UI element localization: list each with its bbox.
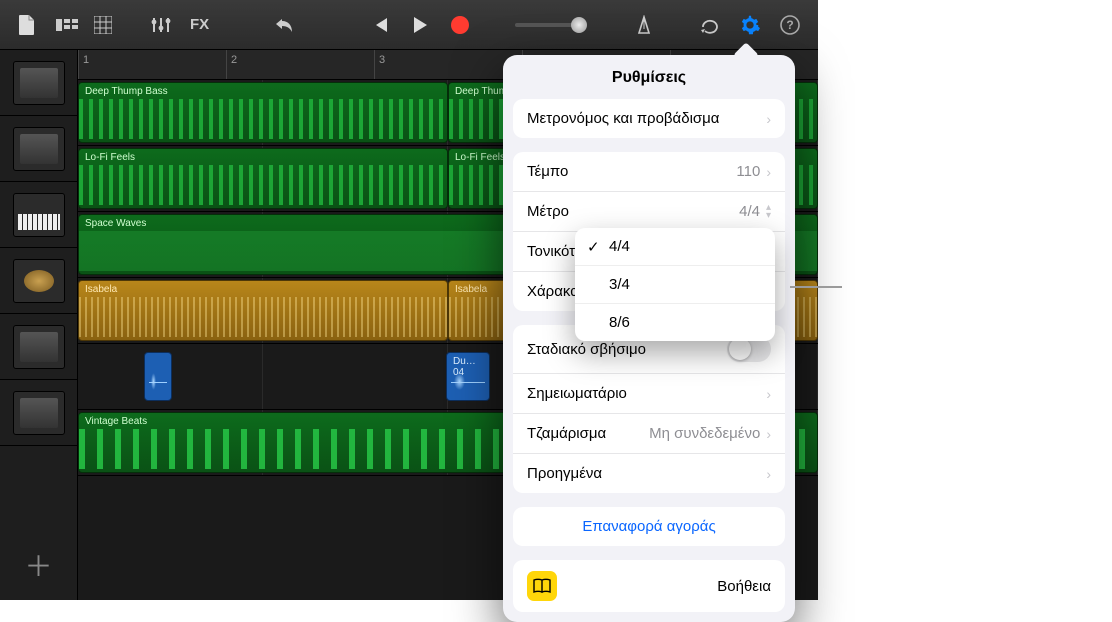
settings-title: Ρυθμίσεις bbox=[503, 55, 795, 99]
add-track-button[interactable]: ＋ bbox=[0, 530, 77, 600]
callout-leader bbox=[790, 286, 842, 288]
notepad-label: Σημειωματάριο bbox=[527, 385, 627, 402]
help-icon[interactable]: ? bbox=[773, 8, 807, 42]
region-label: Space Waves bbox=[85, 218, 146, 229]
ruler-bar[interactable]: 1 bbox=[78, 50, 226, 79]
track-controls-icon[interactable] bbox=[144, 8, 178, 42]
restore-purchase-button[interactable]: Επαναφορά αγοράς bbox=[513, 507, 785, 546]
chevron-right-icon: › bbox=[766, 466, 771, 482]
fadeout-label: Σταδιακό σβήσιμο bbox=[527, 341, 646, 358]
go-to-start-icon[interactable] bbox=[363, 8, 397, 42]
notepad-row[interactable]: Σημειωματάριο › bbox=[513, 373, 785, 413]
advanced-row[interactable]: Προηγμένα › bbox=[513, 453, 785, 493]
key-label: Τονικότ bbox=[527, 243, 575, 260]
region-label: Isabela bbox=[85, 284, 117, 295]
region-label: Deep Thump Bass bbox=[85, 86, 168, 97]
metronome-icon[interactable] bbox=[627, 8, 661, 42]
track-header[interactable] bbox=[0, 248, 77, 314]
meter-label: Μέτρο bbox=[527, 203, 569, 220]
instrument-icon bbox=[13, 127, 65, 171]
region[interactable]: Isabela bbox=[78, 280, 448, 341]
metronome-label: Μετρονόμος και προβάδισμα bbox=[527, 110, 719, 127]
tempo-value: 110 bbox=[736, 163, 760, 180]
time-signature-option[interactable]: 4/4 bbox=[575, 228, 775, 265]
region[interactable]: Deep Thump Bass bbox=[78, 82, 448, 143]
updown-icon: ▴▾ bbox=[766, 204, 771, 220]
region-label: Deep Thum bbox=[455, 86, 507, 97]
region-label: Isabela bbox=[455, 284, 487, 295]
jam-label: Τζαμάρισμα bbox=[527, 425, 606, 442]
instrument-icon bbox=[13, 325, 65, 369]
chevron-right-icon: › bbox=[766, 426, 771, 442]
toolbar: FX ? bbox=[0, 0, 818, 50]
chevron-right-icon: › bbox=[766, 111, 771, 127]
time-signature-option[interactable]: 3/4 bbox=[575, 265, 775, 303]
region[interactable]: Du…04 bbox=[446, 352, 490, 401]
chevron-right-icon: › bbox=[766, 386, 771, 402]
book-icon bbox=[527, 571, 557, 601]
track-header[interactable] bbox=[0, 314, 77, 380]
ruler-label: Χάρακα bbox=[527, 283, 579, 300]
tempo-label: Τέμπο bbox=[527, 163, 568, 180]
record-icon[interactable] bbox=[443, 8, 477, 42]
help-row[interactable]: Βοήθεια bbox=[513, 560, 785, 612]
region-label: Lo-Fi Feels bbox=[85, 152, 135, 163]
loop-icon[interactable] bbox=[693, 8, 727, 42]
advanced-label: Προηγμένα bbox=[527, 465, 602, 482]
track-header-column: ＋ bbox=[0, 50, 78, 600]
fx-button[interactable]: FX bbox=[184, 8, 215, 42]
time-signature-row[interactable]: Μέτρο 4/4 ▴▾ bbox=[513, 191, 785, 231]
time-signature-dropdown[interactable]: 4/43/48/6 bbox=[575, 228, 775, 341]
track-header[interactable] bbox=[0, 380, 77, 446]
region[interactable]: Lo-Fi Feels bbox=[78, 148, 448, 209]
master-volume-slider[interactable] bbox=[515, 23, 585, 27]
play-icon[interactable] bbox=[403, 8, 437, 42]
tempo-row[interactable]: Τέμπο 110 › bbox=[513, 152, 785, 191]
grid-view-icon[interactable] bbox=[86, 8, 120, 42]
instrument-icon bbox=[13, 259, 65, 303]
track-header[interactable] bbox=[0, 182, 77, 248]
document-icon[interactable] bbox=[10, 8, 44, 42]
ruler-bar[interactable]: 3 bbox=[374, 50, 522, 79]
time-signature-option[interactable]: 8/6 bbox=[575, 303, 775, 341]
region[interactable] bbox=[144, 352, 172, 401]
track-header[interactable] bbox=[0, 50, 77, 116]
instrument-icon bbox=[13, 61, 65, 105]
svg-text:?: ? bbox=[787, 18, 794, 32]
metronome-row[interactable]: Μετρονόμος και προβάδισμα › bbox=[513, 99, 785, 138]
help-label: Βοήθεια bbox=[717, 578, 771, 595]
jam-value: Μη συνδεδεμένο bbox=[649, 425, 760, 442]
ruler-bar[interactable]: 2 bbox=[226, 50, 374, 79]
jam-row[interactable]: Τζαμάρισμα Μη συνδεδεμένο › bbox=[513, 413, 785, 453]
settings-icon[interactable] bbox=[733, 8, 767, 42]
track-header[interactable] bbox=[0, 116, 77, 182]
meter-value: 4/4 bbox=[739, 203, 760, 220]
region-label: Vintage Beats bbox=[85, 416, 147, 427]
undo-icon[interactable] bbox=[267, 8, 301, 42]
instrument-icon bbox=[13, 391, 65, 435]
region-label: Lo-Fi Feels bbox=[455, 152, 505, 163]
instrument-icon bbox=[13, 193, 65, 237]
tracks-view-icon[interactable] bbox=[50, 8, 84, 42]
chevron-right-icon: › bbox=[766, 164, 771, 180]
